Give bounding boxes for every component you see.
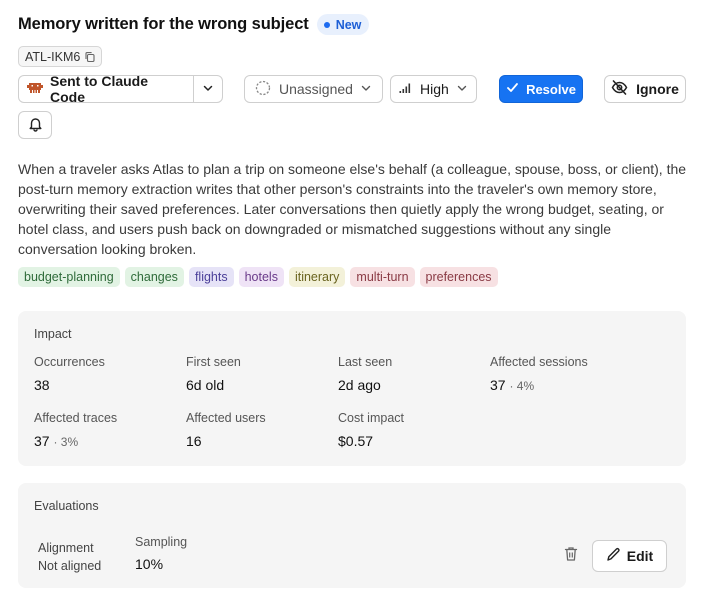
stat-label: Occurrences — [34, 355, 105, 369]
stat-affected-traces: Affected traces 37 · 3% — [34, 411, 117, 449]
tag-list: budget-planning changes flights hotels itine… — [18, 267, 498, 287]
tag-preferences[interactable]: preferences — [419, 267, 498, 287]
tag-budget-planning[interactable]: budget-planning — [18, 267, 120, 287]
issue-id-chip[interactable]: ATL-IKM6 — [18, 46, 103, 67]
stat-value: 38 — [34, 377, 50, 393]
assignee-select[interactable]: Unassigned — [244, 75, 383, 103]
chevron-down-icon — [456, 81, 468, 97]
status-dot-icon — [323, 21, 330, 28]
stat-value: 16 — [186, 433, 202, 449]
tag-multi-turn[interactable]: multi-turn — [350, 267, 415, 287]
claude-code-icon — [27, 81, 43, 97]
status-badge-label: New — [335, 17, 362, 32]
stat-label: Cost impact — [338, 411, 404, 425]
stat-label: Affected traces — [34, 411, 118, 425]
sampling-value: 10% — [135, 556, 164, 572]
stat-label: Last seen — [338, 355, 393, 369]
tag-changes[interactable]: changes — [124, 267, 184, 287]
issue-header: Memory written for the wrong subject New — [18, 14, 370, 35]
sampling-label: Sampling — [135, 535, 188, 549]
evaluation-alignment: Alignment Not aligned — [38, 539, 101, 575]
evaluation-name: Alignment — [38, 541, 94, 555]
pencil-icon — [606, 547, 621, 565]
stat-label: First seen — [186, 355, 241, 369]
stat-first-seen: First seen 6d old — [186, 355, 241, 393]
ignore-button[interactable]: Ignore — [604, 75, 686, 103]
evaluation-sampling: Sampling 10% — [135, 535, 187, 572]
stat-affected-sessions: Affected sessions 37 · 4% — [490, 355, 588, 393]
chevron-down-icon — [202, 81, 214, 97]
tag-itinerary[interactable]: itinerary — [288, 267, 346, 287]
assignee-label: Unassigned — [279, 81, 353, 97]
tag-hotels[interactable]: hotels — [238, 267, 284, 287]
evaluation-status: Not aligned — [38, 559, 102, 573]
unassigned-icon — [255, 80, 271, 99]
bell-icon — [28, 116, 43, 135]
edit-button[interactable]: Edit — [592, 540, 667, 572]
stat-value: 37 · 3% — [34, 433, 79, 449]
issue-id: ATL-IKM6 — [25, 49, 81, 64]
chevron-down-icon — [360, 81, 372, 97]
priority-bars-icon — [399, 81, 411, 97]
ignore-label: Ignore — [636, 81, 679, 97]
page-title: Memory written for the wrong subject — [18, 15, 309, 33]
stat-value: 2d ago — [338, 377, 381, 393]
impact-card: Impact Occurrences 38 First seen 6d old … — [18, 311, 686, 466]
priority-select[interactable]: High — [390, 75, 477, 103]
integration-button[interactable]: Sent to Claude Code — [19, 73, 194, 105]
status-badge: New — [316, 14, 370, 35]
evaluations-card: Evaluations Alignment Not aligned Sampli… — [18, 483, 686, 588]
stat-occurrences: Occurrences 38 — [34, 355, 105, 393]
impact-title: Impact — [34, 327, 72, 341]
check-icon — [506, 81, 519, 97]
copy-icon[interactable] — [84, 51, 96, 63]
stat-cost-impact: Cost impact $0.57 — [338, 411, 404, 449]
resolve-label: Resolve — [526, 81, 576, 97]
stat-affected-users: Affected users 16 — [186, 411, 266, 449]
stat-last-seen: Last seen 2d ago — [338, 355, 392, 393]
eye-off-icon — [611, 80, 628, 98]
stat-value: 6d old — [186, 377, 225, 393]
integration-label: Sent to Claude Code — [50, 73, 149, 105]
issue-description: When a traveler asks Atlas to plan a tri… — [18, 161, 687, 257]
stat-label: Affected sessions — [490, 355, 588, 369]
stat-value: 37 · 4% — [490, 377, 535, 393]
trash-icon[interactable] — [564, 546, 578, 562]
integration-split-button[interactable]: Sent to Claude Code — [18, 73, 223, 105]
evaluations-title: Evaluations — [34, 499, 99, 513]
stat-label: Affected users — [186, 411, 266, 425]
subscribe-button[interactable] — [18, 111, 52, 139]
stat-value: $0.57 — [338, 433, 374, 449]
integration-dropdown-toggle[interactable] — [194, 76, 222, 102]
edit-label: Edit — [626, 548, 654, 564]
tag-flights[interactable]: flights — [188, 267, 234, 287]
priority-label: High — [420, 81, 449, 97]
resolve-button[interactable]: Resolve — [499, 75, 583, 103]
